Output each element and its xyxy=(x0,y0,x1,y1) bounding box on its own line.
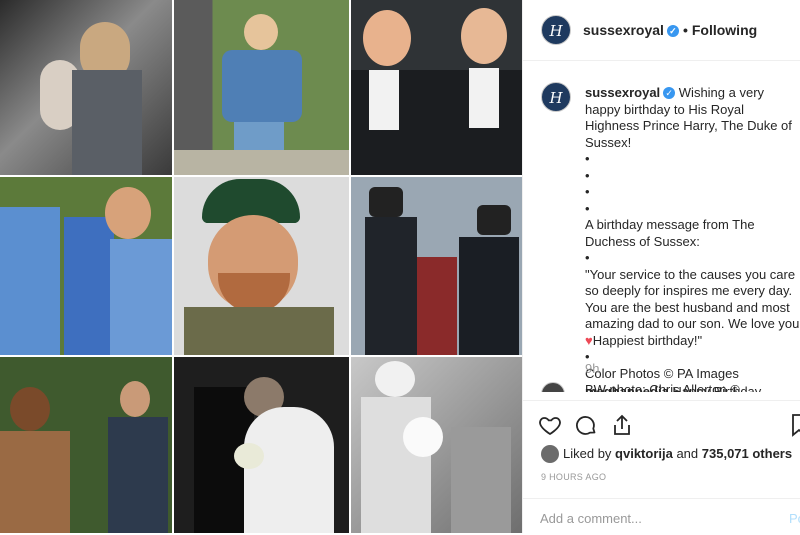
following-button[interactable]: Following xyxy=(692,22,757,38)
caption-time[interactable]: 9h xyxy=(585,361,599,376)
liked-by-count[interactable]: 735,071 others xyxy=(702,446,792,461)
caption-username[interactable]: sussexroyal xyxy=(585,85,660,100)
photo-child-waving xyxy=(174,0,349,175)
caption-avatar[interactable]: H xyxy=(541,82,571,112)
liker-avatar xyxy=(541,445,559,463)
caption-quote: "Your service to the causes you care so … xyxy=(585,266,800,332)
photo-beret-portrait xyxy=(174,177,349,355)
post-media-collage[interactable] xyxy=(0,0,522,533)
comment-text: Happy Birthday xyxy=(668,384,762,392)
comment-icon[interactable] xyxy=(574,413,598,442)
commenter-avatar[interactable] xyxy=(541,382,565,392)
header-user-line: sussexroyal ✓ • Following xyxy=(583,22,757,38)
profile-avatar[interactable]: H xyxy=(541,15,571,45)
likes-summary[interactable]: Liked by qviktorija and 735,071 others xyxy=(541,445,792,463)
caption-area: H sussexroyal ✓ Wishing a very happy birt… xyxy=(523,62,800,392)
heart-outline-icon[interactable] xyxy=(538,413,562,442)
liked-by-user[interactable]: qviktorija xyxy=(615,446,673,461)
post-comment-button[interactable]: Po xyxy=(789,511,800,526)
photo-mother-baby xyxy=(0,0,172,175)
photo-wedding-kiss xyxy=(174,357,349,533)
add-comment-input[interactable]: Add a comment... xyxy=(540,511,642,526)
comment-username[interactable]: meghanpedia xyxy=(585,384,669,392)
photo-baby-christening xyxy=(351,357,522,533)
photo-brothers-suits xyxy=(351,0,522,175)
post-timestamp[interactable]: 9 HOURS AGO xyxy=(541,472,606,482)
header-username[interactable]: sussexroyal xyxy=(583,22,664,38)
caption-verified-icon: ✓ xyxy=(663,87,676,99)
post-sidebar: H sussexroyal ✓ • Following H sussexroyal ✓ … xyxy=(522,0,800,533)
post-header: H sussexroyal ✓ • Following xyxy=(523,0,800,61)
photo-children-handshake xyxy=(0,177,172,355)
liked-by-mid: and xyxy=(672,446,702,461)
photo-forest-meeting xyxy=(0,357,172,533)
caption-bullet-a: • xyxy=(585,250,590,265)
liked-by-prefix: Liked by xyxy=(563,446,616,461)
caption-text: sussexroyal ✓ Wishing a very happy birthd… xyxy=(585,85,800,392)
comment-row: meghanpedia Happy Birthday xyxy=(585,384,761,392)
caption-line2: A birthday message from The Duchess of S… xyxy=(585,217,759,249)
caption-quote-end: Happiest birthday!" xyxy=(592,332,703,348)
verified-badge-icon: ✓ xyxy=(666,25,679,37)
share-icon[interactable] xyxy=(610,413,634,442)
heart-emoji-icon: ♥ xyxy=(585,332,593,348)
header-separator: • xyxy=(682,22,688,38)
bookmark-icon[interactable] xyxy=(791,413,800,442)
action-bar: Liked by qviktorija and 735,071 others 9… xyxy=(523,400,800,534)
caption-bullets: • • • • xyxy=(585,151,590,216)
photo-guards-parade xyxy=(351,177,522,355)
